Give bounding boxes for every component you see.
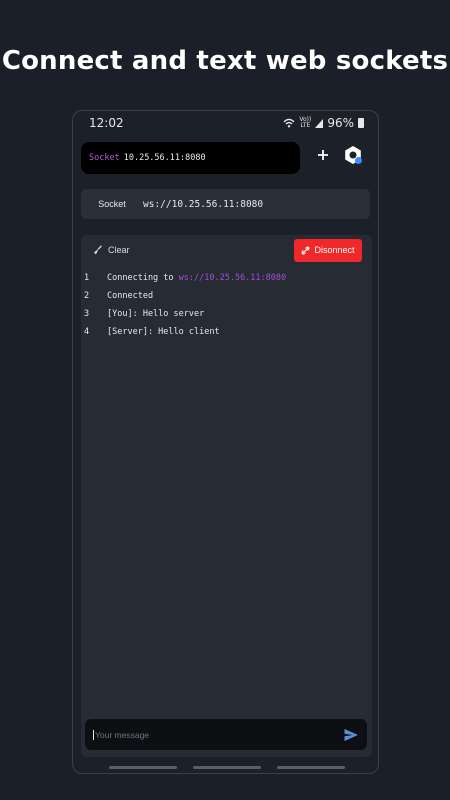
- message-composer: [85, 719, 367, 750]
- line-text: Connecting to ws://10.25.56.11:8080: [107, 273, 287, 283]
- wifi-icon: [283, 118, 295, 128]
- message-input[interactable]: [93, 729, 343, 740]
- status-bar: 12:02 Vo)) LTE 96%: [73, 111, 378, 135]
- log-line: 1 Connecting to ws://10.25.56.11:8080: [81, 269, 372, 287]
- app-toolbar: Socket 10.25.56.11:8080: [73, 135, 378, 181]
- battery-percent: 96%: [327, 116, 354, 130]
- log-line: 4 [Server]: Hello client: [81, 323, 372, 341]
- nav-back-button[interactable]: [276, 766, 345, 769]
- settings-badge: [355, 157, 362, 164]
- plus-icon: [318, 150, 328, 160]
- line-text: [You]: Hello server: [107, 309, 205, 319]
- send-icon: [344, 728, 358, 741]
- line-number: 2: [84, 291, 90, 301]
- network-type: Vo)) LTE: [299, 116, 312, 129]
- signal-icon: [315, 118, 324, 128]
- log-line: 3 [You]: Hello server: [81, 305, 372, 323]
- line-url: ws://10.25.56.11:8080: [178, 273, 287, 283]
- url-label: Socket: [98, 199, 126, 209]
- console-header: Clear Disonnect: [81, 235, 372, 265]
- disconnect-button[interactable]: Disonnect: [294, 238, 362, 262]
- line-text: Connected: [107, 291, 154, 301]
- connection-url-bar: Socket ws://10.25.56.11:8080: [81, 189, 370, 219]
- line-text: [Server]: Hello client: [107, 327, 220, 337]
- battery-icon: [358, 118, 364, 128]
- console-panel: Clear Disonnect 1 Connecting to ws://10.…: [81, 235, 372, 757]
- unlink-icon: [302, 246, 310, 254]
- status-icons: Vo)) LTE 96%: [283, 116, 364, 130]
- console-log: 1 Connecting to ws://10.25.56.11:8080 2 …: [81, 269, 372, 341]
- add-socket-button[interactable]: [313, 145, 333, 165]
- disconnect-label: Disonnect: [314, 245, 355, 255]
- promo-headline: Connect and text web sockets: [1, 46, 449, 76]
- socket-address: 10.25.56.11:8080: [123, 153, 206, 163]
- line-number: 1: [84, 273, 90, 283]
- nav-bar: [73, 766, 378, 773]
- url-value: ws://10.25.56.11:8080: [143, 198, 264, 210]
- clear-button[interactable]: Clear: [93, 245, 130, 255]
- phone-frame: 12:02 Vo)) LTE 96% Socket 10.25.56.11:80…: [72, 110, 379, 774]
- clear-label: Clear: [108, 245, 130, 255]
- socket-keyword: Socket: [89, 153, 120, 163]
- settings-button[interactable]: [339, 141, 367, 169]
- nav-recents-button[interactable]: [108, 766, 177, 769]
- line-number: 4: [84, 327, 90, 337]
- gear-icon: [345, 146, 361, 164]
- nav-home-button[interactable]: [192, 766, 261, 769]
- log-line: 2 Connected: [81, 287, 372, 305]
- status-time: 12:02: [89, 116, 124, 130]
- send-button[interactable]: [343, 727, 359, 743]
- line-number: 3: [84, 309, 90, 319]
- socket-selector[interactable]: Socket 10.25.56.11:8080: [81, 142, 300, 174]
- broom-icon: [94, 245, 102, 255]
